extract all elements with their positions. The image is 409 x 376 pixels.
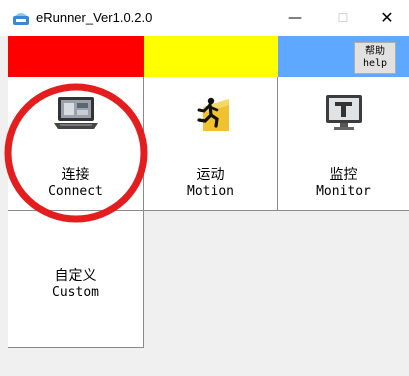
custom-label-cn: 自定义	[54, 268, 97, 284]
connect-label-en: Connect	[48, 184, 103, 199]
monitor-label-en: Monitor	[316, 184, 371, 199]
window-title: eRunner_Ver1.0.2.0	[36, 10, 153, 25]
motion-label-en: Motion	[187, 184, 234, 199]
close-button[interactable]: ✕	[364, 0, 409, 36]
motion-tile[interactable]: 运动 Motion	[144, 77, 278, 211]
app-icon	[13, 13, 29, 25]
connect-tile[interactable]: 连接 Connect	[8, 77, 144, 211]
help-button[interactable]: 帮助 help	[354, 42, 396, 74]
maximize-button[interactable]: ☐	[320, 0, 366, 36]
monitor-icon	[325, 95, 362, 130]
monitor-label-cn: 监控	[329, 167, 358, 183]
title-bar: eRunner_Ver1.0.2.0 — ☐ ✕	[0, 0, 409, 36]
status-strip-yellow	[144, 36, 278, 77]
help-label-cn: 帮助	[365, 46, 385, 57]
custom-tile[interactable]: 自定义 Custom	[8, 211, 144, 348]
custom-label-en: Custom	[52, 285, 99, 300]
laptop-icon	[53, 97, 98, 129]
monitor-tile[interactable]: 监控 Monitor	[278, 77, 409, 211]
status-strip-red	[8, 36, 144, 77]
help-label-en: help	[362, 58, 388, 69]
minimize-button[interactable]: —	[272, 0, 318, 36]
running-man-icon	[196, 97, 229, 131]
motion-label-cn: 运动	[196, 167, 225, 183]
connect-label-cn: 连接	[61, 167, 90, 183]
